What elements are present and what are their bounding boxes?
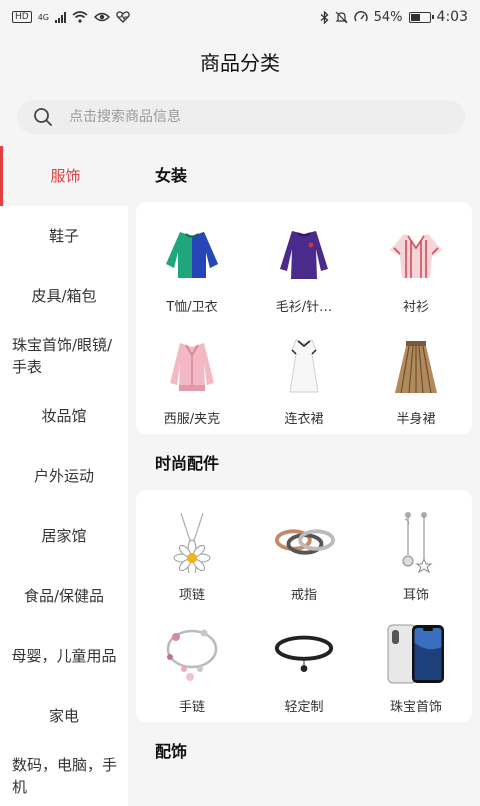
blouse-icon <box>384 222 448 286</box>
ring-icon <box>272 510 336 574</box>
jacket-icon <box>160 334 224 398</box>
sidebar-item-leather-bags[interactable]: 皮具/箱包 <box>0 266 128 326</box>
sweater-icon <box>272 222 336 286</box>
category-label: 戒指 <box>290 588 317 603</box>
sidebar-item-appliances[interactable]: 家电 <box>0 686 128 746</box>
sidebar-item-home[interactable]: 居家馆 <box>0 506 128 566</box>
category-shirt[interactable]: 衬衫 <box>360 210 472 322</box>
section-title: 配饰 <box>155 742 188 761</box>
category-jewelry[interactable]: 珠宝首饰 <box>360 610 472 722</box>
category-skirt[interactable]: 半身裙 <box>360 322 472 434</box>
category-label: 轻定制 <box>284 700 324 715</box>
eye-icon <box>94 12 110 22</box>
category-dress[interactable]: 连衣裙 <box>248 322 360 434</box>
sweatshirt-icon <box>160 222 224 286</box>
category-card-womens: T恤/卫衣 毛衫/针… 衬衫 西服/夹克 连衣裙 半身裙 <box>136 202 472 434</box>
category-label: 连衣裙 <box>284 412 324 427</box>
sidebar-item-mother-baby[interactable]: 母婴，儿童用品 <box>0 626 128 686</box>
network-type: 4G <box>37 12 49 22</box>
section-title: 时尚配件 <box>155 454 220 473</box>
phone-icon <box>384 622 448 686</box>
sidebar-item-shoes[interactable]: 鞋子 <box>0 206 128 266</box>
category-bracelet[interactable]: 手链 <box>136 610 248 722</box>
sidebar-item-digital[interactable]: 数码，电脑，手机 <box>0 746 128 806</box>
search-input[interactable] <box>67 108 431 126</box>
category-ring[interactable]: 戒指 <box>248 498 360 610</box>
heart-rate-icon <box>116 11 130 23</box>
hd-badge: HD <box>12 11 32 23</box>
sidebar-item-clothing[interactable]: 服饰 <box>0 146 128 206</box>
section-title: 女装 <box>155 166 188 185</box>
category-label: 手链 <box>178 700 205 715</box>
bracelet-icon <box>160 622 224 686</box>
category-card-accessories: 项链 戒指 耳饰 手链 轻定制 珠宝首饰 <box>136 490 472 722</box>
search-icon <box>34 108 52 126</box>
category-label: T恤/卫衣 <box>166 300 218 315</box>
earring-icon <box>384 510 448 574</box>
category-earring[interactable]: 耳饰 <box>360 498 472 610</box>
sidebar-item-jewelry-glasses-watches[interactable]: 珠宝首饰/眼镜/手表 <box>0 326 128 386</box>
signal-icon <box>55 11 66 23</box>
necklace-icon <box>160 510 224 574</box>
category-tshirt-hoodie[interactable]: T恤/卫衣 <box>136 210 248 322</box>
category-suit-jacket[interactable]: 西服/夹克 <box>136 322 248 434</box>
status-bar: HD 4G 54% 4:03 <box>0 0 480 34</box>
category-necklace[interactable]: 项链 <box>136 498 248 610</box>
battery-icon <box>408 11 434 23</box>
sidebar-item-food-health[interactable]: 食品/保健品 <box>0 566 128 626</box>
dress-icon <box>272 334 336 398</box>
battery-percent: 54% <box>373 9 403 25</box>
category-content: 女装 T恤/卫衣 毛衫/针… 衬衫 西服/夹克 连衣裙 半身裙 时尚配件 项链 … <box>128 146 480 800</box>
mute-bell-icon <box>335 11 348 23</box>
speedometer-icon <box>353 11 368 22</box>
category-sidebar: 服饰 鞋子 皮具/箱包 珠宝首饰/眼镜/手表 妆品馆 户外运动 居家馆 食品/保… <box>0 146 128 806</box>
category-label: 半身裙 <box>396 412 436 427</box>
category-label: 毛衫/针… <box>275 300 333 315</box>
skirt-icon <box>384 334 448 398</box>
sidebar-list: 鞋子 皮具/箱包 珠宝首饰/眼镜/手表 妆品馆 户外运动 居家馆 食品/保健品 … <box>0 206 128 806</box>
sidebar-item-cosmetics[interactable]: 妆品馆 <box>0 386 128 446</box>
search-bar[interactable] <box>17 100 465 134</box>
sidebar-item-outdoor-sports[interactable]: 户外运动 <box>0 446 128 506</box>
category-label: 西服/夹克 <box>163 412 221 427</box>
page-title: 商品分类 <box>0 34 480 88</box>
category-label: 衬衫 <box>402 300 429 315</box>
category-label: 项链 <box>178 588 205 603</box>
bluetooth-icon <box>320 10 329 24</box>
clock: 4:03 <box>436 9 468 25</box>
wifi-icon <box>72 11 88 23</box>
category-label: 耳饰 <box>402 588 429 603</box>
choker-icon <box>272 622 336 686</box>
category-label: 珠宝首饰 <box>389 700 442 715</box>
category-sweater-knit[interactable]: 毛衫/针… <box>248 210 360 322</box>
category-light-custom[interactable]: 轻定制 <box>248 610 360 722</box>
